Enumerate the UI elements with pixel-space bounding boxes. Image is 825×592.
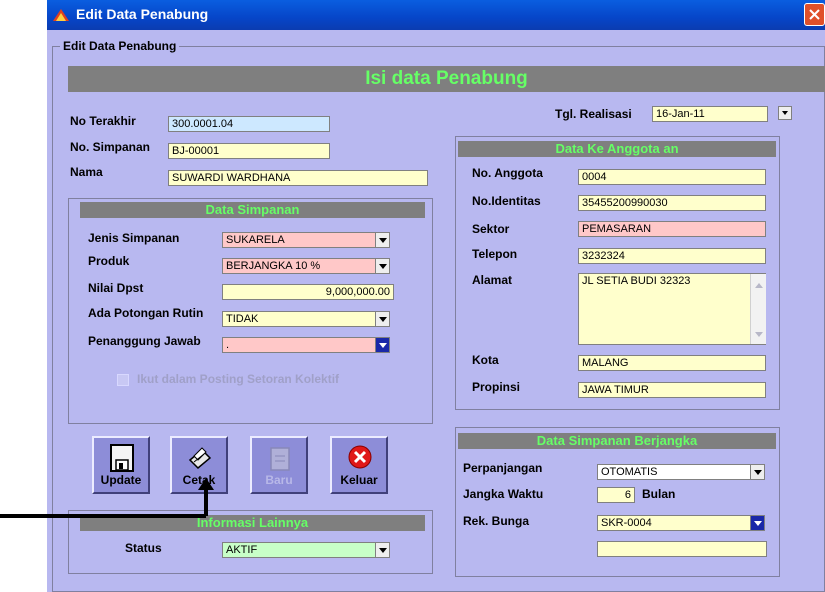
chevron-down-icon[interactable] bbox=[375, 259, 389, 273]
sektor-field[interactable]: PEMASARAN bbox=[578, 221, 766, 237]
jenis-simpanan-value: SUKARELA bbox=[226, 234, 285, 246]
potongan-rutin-select[interactable]: TIDAK bbox=[222, 311, 390, 327]
perpanjangan-value: OTOMATIS bbox=[601, 466, 658, 478]
penanggung-jawab-label: Penanggung Jawab bbox=[88, 334, 201, 348]
close-button[interactable] bbox=[804, 3, 825, 26]
app-icon bbox=[53, 7, 69, 21]
chevron-down-icon[interactable] bbox=[375, 338, 389, 352]
no-simpanan-field[interactable]: BJ-00001 bbox=[168, 143, 330, 159]
annotation-arrow-icon bbox=[0, 478, 214, 518]
rek-bunga-select[interactable]: SKR-0004 bbox=[597, 515, 765, 531]
floppy-disk-icon bbox=[110, 444, 134, 472]
telepon-label: Telepon bbox=[472, 247, 518, 261]
keluar-button[interactable]: Keluar bbox=[330, 436, 388, 494]
penanggung-jawab-select[interactable]: . bbox=[222, 337, 390, 353]
potongan-rutin-value: TIDAK bbox=[226, 313, 259, 325]
status-select[interactable]: AKTIF bbox=[222, 542, 390, 558]
propinsi-label: Propinsi bbox=[472, 380, 521, 394]
jangka-waktu-field[interactable]: 6 bbox=[597, 487, 635, 503]
jangka-waktu-unit: Bulan bbox=[642, 487, 676, 501]
nama-label: Nama bbox=[70, 165, 103, 179]
rek-bunga-name-field bbox=[597, 541, 767, 557]
kota-field[interactable]: MALANG bbox=[578, 355, 766, 371]
alamat-field[interactable]: JL SETIA BUDI 32323 bbox=[578, 273, 766, 345]
keluar-button-label: Keluar bbox=[340, 473, 378, 487]
tgl-realisasi-label: Tgl. Realisasi bbox=[555, 107, 632, 121]
no-terakhir-label: No Terakhir bbox=[70, 114, 136, 128]
close-icon bbox=[809, 9, 820, 20]
baru-button[interactable]: Baru bbox=[250, 436, 308, 494]
no-terakhir-field: 300.0001.04 bbox=[168, 116, 330, 132]
potongan-rutin-label: Ada Potongan Rutin bbox=[88, 306, 204, 320]
jenis-simpanan-label: Jenis Simpanan bbox=[88, 231, 180, 245]
produk-label: Produk bbox=[88, 254, 130, 268]
chevron-down-icon bbox=[782, 111, 788, 115]
new-document-icon bbox=[270, 447, 290, 471]
produk-select[interactable]: BERJANGKA 10 % bbox=[222, 258, 390, 274]
no-anggota-field[interactable]: 0004 bbox=[578, 169, 766, 185]
printer-icon bbox=[188, 447, 212, 470]
perpanjangan-label: Perpanjangan bbox=[463, 461, 543, 475]
sektor-label: Sektor bbox=[472, 222, 510, 236]
posting-kolektif-label: Ikut dalam Posting Setoran Kolektif bbox=[137, 372, 340, 386]
chevron-down-icon[interactable] bbox=[375, 312, 389, 326]
jangka-waktu-label: Jangka Waktu bbox=[463, 487, 544, 501]
status-label: Status bbox=[125, 541, 162, 555]
chevron-down-icon[interactable] bbox=[375, 543, 389, 557]
no-identitas-label: No.Identitas bbox=[472, 194, 541, 208]
no-anggota-label: No. Anggota bbox=[472, 166, 543, 180]
perpanjangan-select[interactable]: OTOMATIS bbox=[597, 464, 765, 480]
date-picker-button[interactable] bbox=[778, 106, 792, 120]
alamat-label: Alamat bbox=[472, 273, 513, 287]
berjangka-header: Data Simpanan Berjangka bbox=[458, 433, 776, 449]
chevron-down-icon[interactable] bbox=[375, 233, 389, 247]
data-anggota-header: Data Ke Anggota an bbox=[458, 141, 776, 157]
telepon-field[interactable]: 3232324 bbox=[578, 248, 766, 264]
group-title: Edit Data Penabung bbox=[60, 39, 180, 53]
chevron-down-icon[interactable] bbox=[750, 516, 764, 530]
data-simpanan-header: Data Simpanan bbox=[80, 202, 425, 218]
propinsi-field[interactable]: JAWA TIMUR bbox=[578, 382, 766, 398]
chevron-down-icon[interactable] bbox=[750, 465, 764, 479]
close-circle-icon bbox=[348, 445, 372, 469]
produk-value: BERJANGKA 10 % bbox=[226, 260, 321, 272]
rek-bunga-value: SKR-0004 bbox=[601, 517, 652, 529]
tgl-realisasi-field[interactable]: 16-Jan-11 bbox=[652, 106, 768, 122]
baru-button-label: Baru bbox=[265, 473, 293, 487]
penanggung-jawab-value: . bbox=[226, 339, 230, 351]
main-header: Isi data Penabung bbox=[68, 66, 825, 92]
nilai-dpst-label: Nilai Dpst bbox=[88, 281, 144, 295]
posting-kolektif-checkbox[interactable] bbox=[117, 374, 129, 386]
no-simpanan-label: No. Simpanan bbox=[70, 140, 151, 154]
nilai-dpst-field[interactable]: 9,000,000.00 bbox=[222, 284, 394, 300]
status-value: AKTIF bbox=[226, 544, 258, 556]
alamat-scrollbar[interactable] bbox=[750, 274, 766, 344]
jenis-simpanan-select[interactable]: SUKARELA bbox=[222, 232, 390, 248]
alamat-value: JL SETIA BUDI 32323 bbox=[582, 275, 691, 287]
kota-label: Kota bbox=[472, 353, 499, 367]
nama-field[interactable]: SUWARDI WARDHANA bbox=[168, 170, 428, 186]
rek-bunga-label: Rek. Bunga bbox=[463, 514, 530, 528]
no-identitas-field[interactable]: 35455200990030 bbox=[578, 195, 766, 211]
window-title: Edit Data Penabung bbox=[76, 6, 209, 22]
